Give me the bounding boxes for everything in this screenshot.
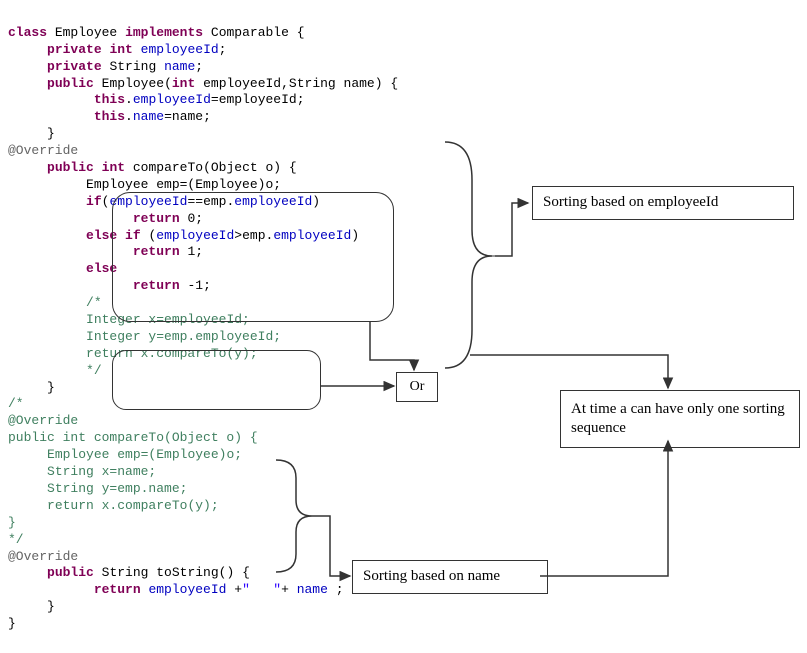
field-employeeId: employeeId	[141, 42, 219, 57]
comment: String x=name;	[47, 464, 156, 479]
kw-public: public	[47, 160, 94, 175]
comment-start: /*	[8, 396, 24, 411]
comment: @Override	[8, 413, 78, 428]
comment: }	[8, 515, 16, 530]
var: emp	[242, 228, 265, 243]
kw-class: class	[8, 25, 47, 40]
param-ref: name	[172, 109, 203, 124]
one-sequence-label: At time a can have only one sorting sequ…	[560, 390, 800, 448]
param-ref: employeeId	[219, 92, 297, 107]
kw-private: private	[47, 59, 102, 74]
param: String name	[289, 76, 375, 91]
comment-start: /*	[86, 295, 102, 310]
kw-int: int	[102, 160, 125, 175]
field-ref: employeeId	[273, 228, 351, 243]
kw-int: int	[109, 42, 132, 57]
field-ref: employeeId	[234, 194, 312, 209]
type-string: String	[109, 59, 156, 74]
kw-this: this	[94, 109, 125, 124]
kw-public: public	[47, 565, 94, 580]
kw-public: public	[47, 76, 94, 91]
comment: return x.compareTo(y);	[47, 498, 219, 513]
kw-private: private	[47, 42, 102, 57]
lit: -1	[187, 278, 203, 293]
field-ref: employeeId	[133, 92, 211, 107]
comment: public int compareTo(Object o) {	[8, 430, 258, 445]
comment-end: */	[8, 532, 24, 547]
comment: Integer y=emp.employeeId;	[86, 329, 281, 344]
class-name: Employee	[55, 25, 117, 40]
param: employeeId	[203, 76, 281, 91]
kw-return: return	[94, 582, 141, 597]
field-ref: employeeId	[156, 228, 234, 243]
comment: Integer x=employeeId;	[86, 312, 250, 327]
field-ref: employeeId	[148, 582, 226, 597]
kw-return: return	[133, 244, 180, 259]
field-name: name	[164, 59, 195, 74]
lit: 1	[187, 244, 195, 259]
var: emp	[203, 194, 226, 209]
lit: 0	[187, 211, 195, 226]
method: compareTo(Object o)	[133, 160, 281, 175]
comment-end: */	[86, 363, 102, 378]
kw-else: else	[86, 228, 117, 243]
kw-if: if	[86, 194, 102, 209]
sort-by-id-label: Sorting based on employeeId	[532, 186, 794, 220]
string-lit: " "	[242, 582, 281, 597]
or-label-box: Or	[396, 372, 438, 402]
kw-int: int	[172, 76, 195, 91]
annotation: @Override	[8, 143, 78, 158]
annotation: @Override	[8, 549, 78, 564]
kw-else: else	[86, 261, 117, 276]
kw-if: if	[125, 228, 141, 243]
field-ref: employeeId	[109, 194, 187, 209]
kw-this: this	[94, 92, 125, 107]
sort-by-name-label: Sorting based on name	[352, 560, 548, 594]
kw-return: return	[133, 211, 180, 226]
comment: Employee emp=(Employee)o;	[47, 447, 242, 462]
comment: return x.compareTo(y);	[86, 346, 258, 361]
iface: Comparable	[211, 25, 289, 40]
kw-implements: implements	[125, 25, 203, 40]
comment: String y=emp.name;	[47, 481, 187, 496]
stmt: Employee emp=(Employee)o;	[86, 177, 281, 192]
kw-return: return	[133, 278, 180, 293]
field-ref: name	[133, 109, 164, 124]
method: String toString()	[102, 565, 235, 580]
field-ref: name	[297, 582, 328, 597]
ctor: Employee	[102, 76, 164, 91]
code-block: class Employee implements Comparable { p…	[8, 8, 799, 633]
